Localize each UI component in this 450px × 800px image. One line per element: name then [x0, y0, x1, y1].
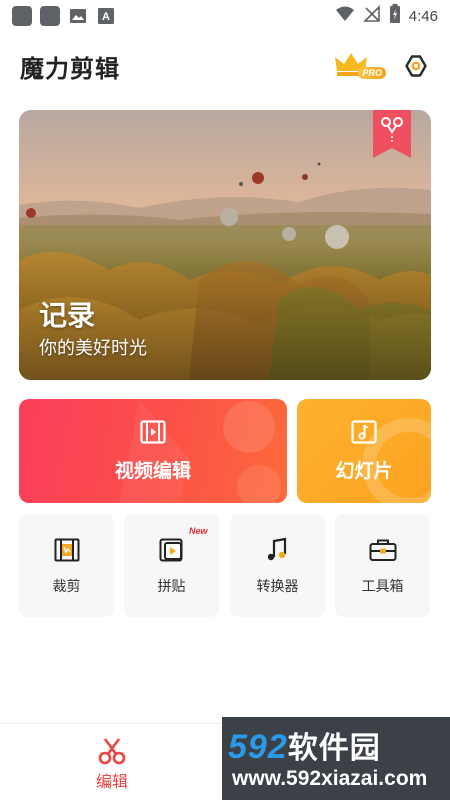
page-title: 魔力剪辑	[20, 54, 120, 83]
watermark-brand-number: 592	[228, 728, 288, 766]
new-badge: New	[188, 525, 208, 536]
font-icon: A	[96, 6, 116, 26]
tool-converter[interactable]: 转换器	[230, 514, 325, 617]
toolbox-icon	[369, 536, 397, 564]
tool-crop[interactable]: 裁剪	[19, 514, 114, 617]
video-edit-label: 视频编辑	[114, 459, 191, 482]
reel-watermark-icon	[362, 418, 431, 503]
video-edit-button[interactable]: 视频编辑	[19, 399, 287, 503]
signal-icon	[362, 5, 381, 27]
film-icon	[140, 419, 166, 448]
notification-icon	[12, 6, 32, 26]
battery-icon	[389, 4, 401, 28]
nav-edit-label: 编辑	[95, 772, 128, 791]
site-watermark: 592软件园 www.592xiazai.com	[222, 717, 450, 800]
pro-label: PRO	[358, 67, 386, 79]
tool-converter-label: 转换器	[256, 578, 299, 595]
nav-edit-tab[interactable]: 编辑	[72, 736, 152, 792]
crop-film-icon	[53, 536, 81, 564]
music-converter-icon	[264, 536, 292, 564]
tool-collage-label: 拼贴	[157, 578, 186, 595]
tool-crop-label: 裁剪	[52, 578, 81, 595]
pro-upgrade-button[interactable]: PRO	[334, 51, 386, 81]
tool-toolbox-label: 工具箱	[361, 578, 404, 595]
clock-time: 4:46	[408, 7, 438, 25]
image-icon	[68, 6, 88, 26]
tool-toolbox[interactable]: 工具箱	[335, 514, 430, 617]
scissors-watermark-icon	[119, 399, 281, 503]
music-note-icon	[351, 419, 377, 448]
scissors-icon	[98, 738, 126, 765]
scissors-tag-icon	[373, 110, 411, 158]
hero-title: 记录	[39, 299, 96, 332]
svg-text:A: A	[102, 11, 110, 23]
watermark-brand-text: 软件园	[287, 731, 381, 766]
collage-play-icon: New	[158, 526, 208, 564]
hero-banner[interactable]: 记录 你的美好时光	[19, 110, 431, 380]
wifi-icon	[335, 5, 355, 27]
notification-icon	[40, 6, 60, 26]
slideshow-button[interactable]: 幻灯片	[297, 399, 431, 503]
slideshow-label: 幻灯片	[335, 459, 393, 482]
hero-subtitle: 你的美好时光	[39, 338, 147, 359]
status-bar: A 4:46	[0, 0, 450, 32]
tool-collage[interactable]: New 拼贴	[124, 514, 219, 617]
app-header: 魔力剪辑 PRO	[0, 40, 450, 92]
settings-button[interactable]	[402, 52, 430, 80]
watermark-brand: 592软件园	[228, 723, 381, 767]
watermark-url: www.592xiazai.com	[232, 767, 428, 790]
settings-icon	[405, 55, 427, 77]
